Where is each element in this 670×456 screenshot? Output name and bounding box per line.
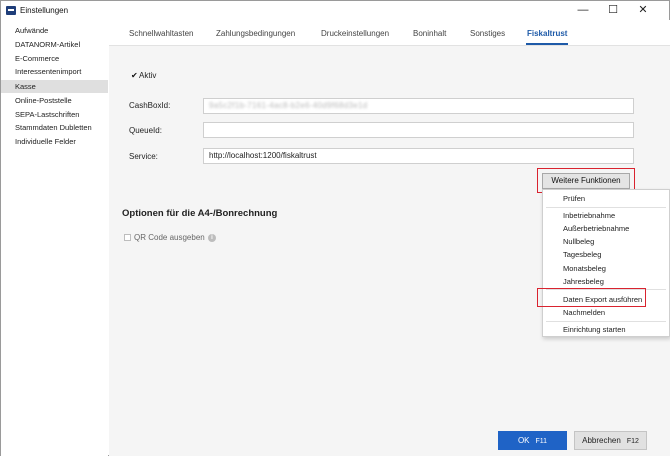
title-bar: Einstellungen — ☐ ✕	[1, 1, 669, 20]
check-icon[interactable]: ✔	[131, 71, 138, 80]
highlight-frame-export	[537, 288, 646, 307]
queueid-label: QueueId:	[129, 126, 162, 135]
aktiv-label: Aktiv	[139, 71, 157, 80]
menu-item-jahresbeleg[interactable]: Jahresbeleg	[543, 275, 669, 288]
menu-item-tagesbeleg[interactable]: Tagesbeleg	[543, 248, 669, 261]
close-icon[interactable]: ✕	[628, 2, 658, 19]
qr-code-checkbox[interactable]	[124, 234, 131, 241]
tab-sonstiges[interactable]: Sonstiges	[470, 29, 505, 38]
tab-zahlungsbedingungen[interactable]: Zahlungsbedingungen	[216, 29, 295, 38]
ok-button[interactable]: OK F11	[498, 431, 567, 450]
cashboxid-label: CashBoxId:	[129, 101, 171, 110]
tab-schnellwahltasten[interactable]: Schnellwahltasten	[129, 29, 193, 38]
sidebar-item-online-poststelle[interactable]: Online-Poststelle	[1, 94, 108, 107]
menu-item-nullbeleg[interactable]: Nullbeleg	[543, 235, 669, 248]
cashboxid-field[interactable]: 9a5c2f1b-7161-4ac8-b2e6-40d9f68d3e1d	[203, 98, 634, 114]
service-label: Service:	[129, 152, 158, 161]
minimize-icon[interactable]: —	[568, 2, 598, 19]
queueid-field[interactable]	[203, 122, 634, 138]
tab-fiskaltrust[interactable]: Fiskaltrust	[527, 29, 567, 38]
menu-item-inbetriebnahme[interactable]: Inbetriebnahme	[543, 209, 669, 222]
menu-item-einrichtung-starten[interactable]: Einrichtung starten	[543, 323, 669, 336]
tab-bar: Schnellwahltasten Zahlungsbedingungen Dr…	[109, 20, 670, 46]
service-field[interactable]: http://localhost:1200/fiskaltrust	[203, 148, 634, 164]
info-icon[interactable]: i	[208, 234, 216, 242]
app-icon	[6, 6, 16, 15]
weitere-funktionen-menu: Prüfen Inbetriebnahme Außerbetriebnahme …	[542, 189, 670, 337]
sidebar-item-datanorm[interactable]: DATANORM-Artikel	[1, 38, 108, 51]
sidebar-item-stammdaten-dubletten[interactable]: Stammdaten Dubletten	[1, 121, 108, 134]
sidebar-item-kasse[interactable]: Kasse	[1, 80, 108, 93]
qr-code-label: QR Code ausgeben	[134, 233, 205, 242]
tab-druckeinstellungen[interactable]: Druckeinstellungen	[321, 29, 389, 38]
cancel-shortcut: F12	[626, 438, 639, 445]
sidebar-item-interessentenimport[interactable]: Interessentenimport	[1, 65, 108, 78]
sidebar-item-sepa[interactable]: SEPA-Lastschriften	[1, 108, 108, 121]
menu-item-nachmelden[interactable]: Nachmelden	[543, 306, 669, 319]
menu-item-monatsbeleg[interactable]: Monatsbeleg	[543, 262, 669, 275]
tab-boninhalt[interactable]: Boninhalt	[413, 29, 446, 38]
sidebar-item-individuelle-felder[interactable]: Individuelle Felder	[1, 135, 108, 148]
menu-item-pruefen[interactable]: Prüfen	[543, 192, 669, 205]
ok-label: OK	[517, 436, 530, 445]
sidebar-item-aufwaende[interactable]: Aufwände	[1, 24, 108, 37]
cancel-label: Abbrechen	[582, 436, 621, 445]
ok-shortcut: F11	[535, 438, 548, 445]
settings-sidebar: Aufwände DATANORM-Artikel E-Commerce Int…	[1, 20, 108, 456]
menu-separator	[546, 321, 666, 322]
menu-item-ausserbetriebnahme[interactable]: Außerbetriebnahme	[543, 222, 669, 235]
cancel-button[interactable]: Abbrechen F12	[574, 431, 647, 450]
window-title: Einstellungen	[20, 6, 69, 15]
cashboxid-value: 9a5c2f1b-7161-4ac8-b2e6-40d9f68d3e1d	[209, 101, 368, 110]
sidebar-item-ecommerce[interactable]: E-Commerce	[1, 52, 108, 65]
options-section-title: Optionen für die A4-/Bonrechnung	[122, 208, 278, 219]
settings-window: Einstellungen — ☐ ✕ Aufwände DATANORM-Ar…	[0, 0, 670, 456]
maximize-icon[interactable]: ☐	[598, 2, 628, 19]
active-tab-indicator	[526, 43, 568, 45]
menu-separator	[546, 207, 666, 208]
